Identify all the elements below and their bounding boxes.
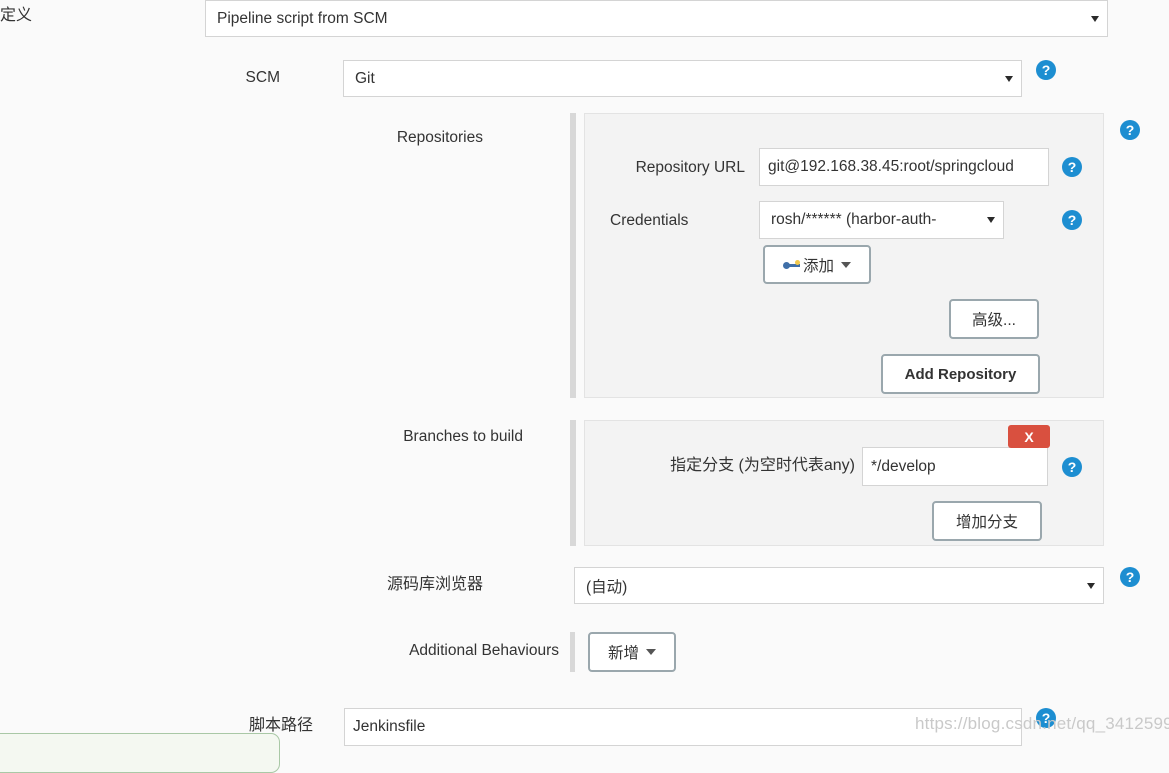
add-branch-button[interactable]: 增加分支 <box>932 501 1042 541</box>
repository-url-label: Repository URL <box>635 159 745 176</box>
watermark: https://blog.csdn.net/qq_34125999 <box>915 714 1169 733</box>
repositories-panel: Repository URL git@192.168.38.45:root/sp… <box>570 113 1104 398</box>
delete-branch-button[interactable]: X <box>1008 425 1050 448</box>
add-behaviour-button[interactable]: 新增 <box>588 632 676 672</box>
chevron-down-icon <box>1087 582 1095 589</box>
script-path-value: Jenkinsfile <box>353 718 426 735</box>
credentials-select[interactable]: rosh/****** (harbor-auth- <box>759 201 1004 239</box>
advanced-button[interactable]: 高级... <box>949 299 1039 339</box>
definition-select-value: Pipeline script from SCM <box>217 9 388 27</box>
add-credentials-button[interactable]: 添加 <box>763 245 871 284</box>
branch-specifier-help-icon[interactable]: ? <box>1062 457 1082 477</box>
chevron-down-icon <box>646 649 656 655</box>
additional-behaviours-label: Additional Behaviours <box>409 642 559 659</box>
credentials-label: Credentials <box>610 212 689 229</box>
repository-browser-label: 源码库浏览器 <box>386 576 483 593</box>
branch-specifier-value: */develop <box>871 457 936 475</box>
repository-url-value: git@192.168.38.45:root/springcloud <box>768 158 1014 175</box>
panel-drag-bar[interactable] <box>570 113 576 398</box>
panel-drag-bar[interactable] <box>570 420 576 546</box>
chevron-down-icon <box>987 217 995 223</box>
definition-select[interactable]: Pipeline script from SCM <box>205 0 1108 37</box>
repository-url-input[interactable]: git@192.168.38.45:root/springcloud <box>759 148 1049 186</box>
chevron-down-icon <box>1005 75 1013 82</box>
scm-select[interactable]: Git <box>343 60 1022 97</box>
repository-browser-select[interactable]: (自动) <box>574 567 1104 604</box>
key-icon <box>782 259 801 271</box>
chevron-down-icon <box>841 261 851 268</box>
definition-label: 定义 <box>0 7 33 24</box>
scm-label: SCM <box>245 69 280 86</box>
scm-help-icon[interactable]: ? <box>1036 60 1056 80</box>
bottom-green-panel <box>0 733 280 773</box>
chevron-down-icon <box>1091 15 1099 22</box>
branches-to-build-label: Branches to build <box>403 428 523 445</box>
add-credentials-label: 添加 <box>802 257 834 275</box>
behaviours-divider <box>570 632 575 672</box>
add-repository-button[interactable]: Add Repository <box>881 354 1040 394</box>
repository-url-help-icon[interactable]: ? <box>1062 157 1082 177</box>
branch-specifier-label: 指定分支 (为空时代表any) <box>670 457 855 474</box>
repositories-help-icon[interactable]: ? <box>1120 120 1140 140</box>
scm-select-value: Git <box>355 69 375 87</box>
repository-browser-value: (自动) <box>586 578 628 596</box>
credentials-select-value: rosh/****** (harbor-auth- <box>771 211 937 228</box>
repositories-label: Repositories <box>396 129 483 146</box>
branch-specifier-input[interactable]: */develop <box>862 447 1048 486</box>
credentials-help-icon[interactable]: ? <box>1062 210 1082 230</box>
repository-browser-help-icon[interactable]: ? <box>1120 567 1140 587</box>
